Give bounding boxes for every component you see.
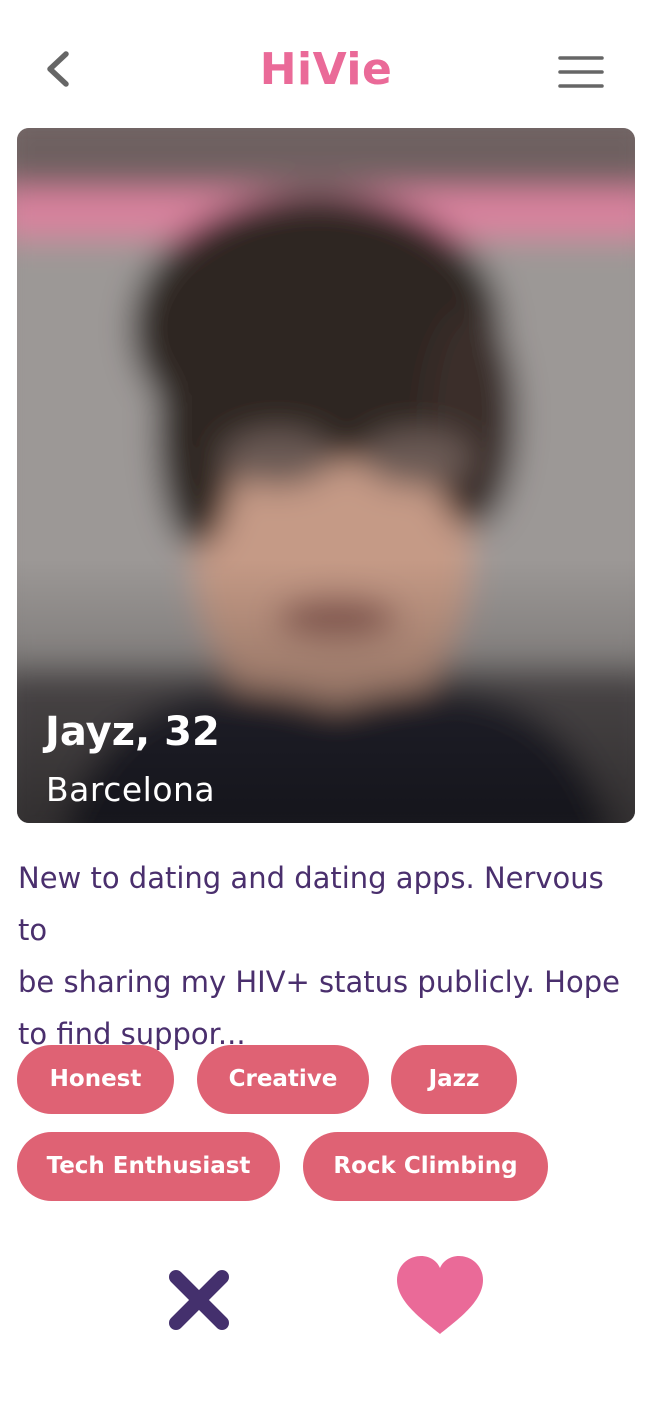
pass-button[interactable] xyxy=(160,1255,240,1335)
profile-bio: New to dating and dating apps. Nervous t… xyxy=(18,852,638,1060)
tag-tech-enthusiast[interactable]: Tech Enthusiast xyxy=(17,1132,280,1201)
tag-honest[interactable]: Honest xyxy=(17,1045,174,1114)
bio-line: New to dating and dating apps. Nervous t… xyxy=(18,861,604,947)
tag-rock-climbing[interactable]: Rock Climbing xyxy=(303,1132,548,1201)
profile-name-age: Jayz, 32 xyxy=(45,709,220,755)
profile-photo-card[interactable]: Jayz, 32 Barcelona xyxy=(17,128,635,823)
menu-button[interactable] xyxy=(548,44,614,100)
close-x-icon xyxy=(169,1270,229,1330)
heart-icon xyxy=(397,1256,483,1334)
bio-line: be sharing my HIV+ status publicly. Hope xyxy=(18,965,620,999)
hamburger-menu-icon xyxy=(558,56,604,88)
tag-jazz[interactable]: Jazz xyxy=(391,1045,517,1114)
action-bar xyxy=(0,1250,652,1360)
like-button[interactable] xyxy=(393,1250,489,1340)
tag-creative[interactable]: Creative xyxy=(197,1045,369,1114)
profile-city: Barcelona xyxy=(46,770,216,809)
app-header: HiVie xyxy=(0,0,652,128)
